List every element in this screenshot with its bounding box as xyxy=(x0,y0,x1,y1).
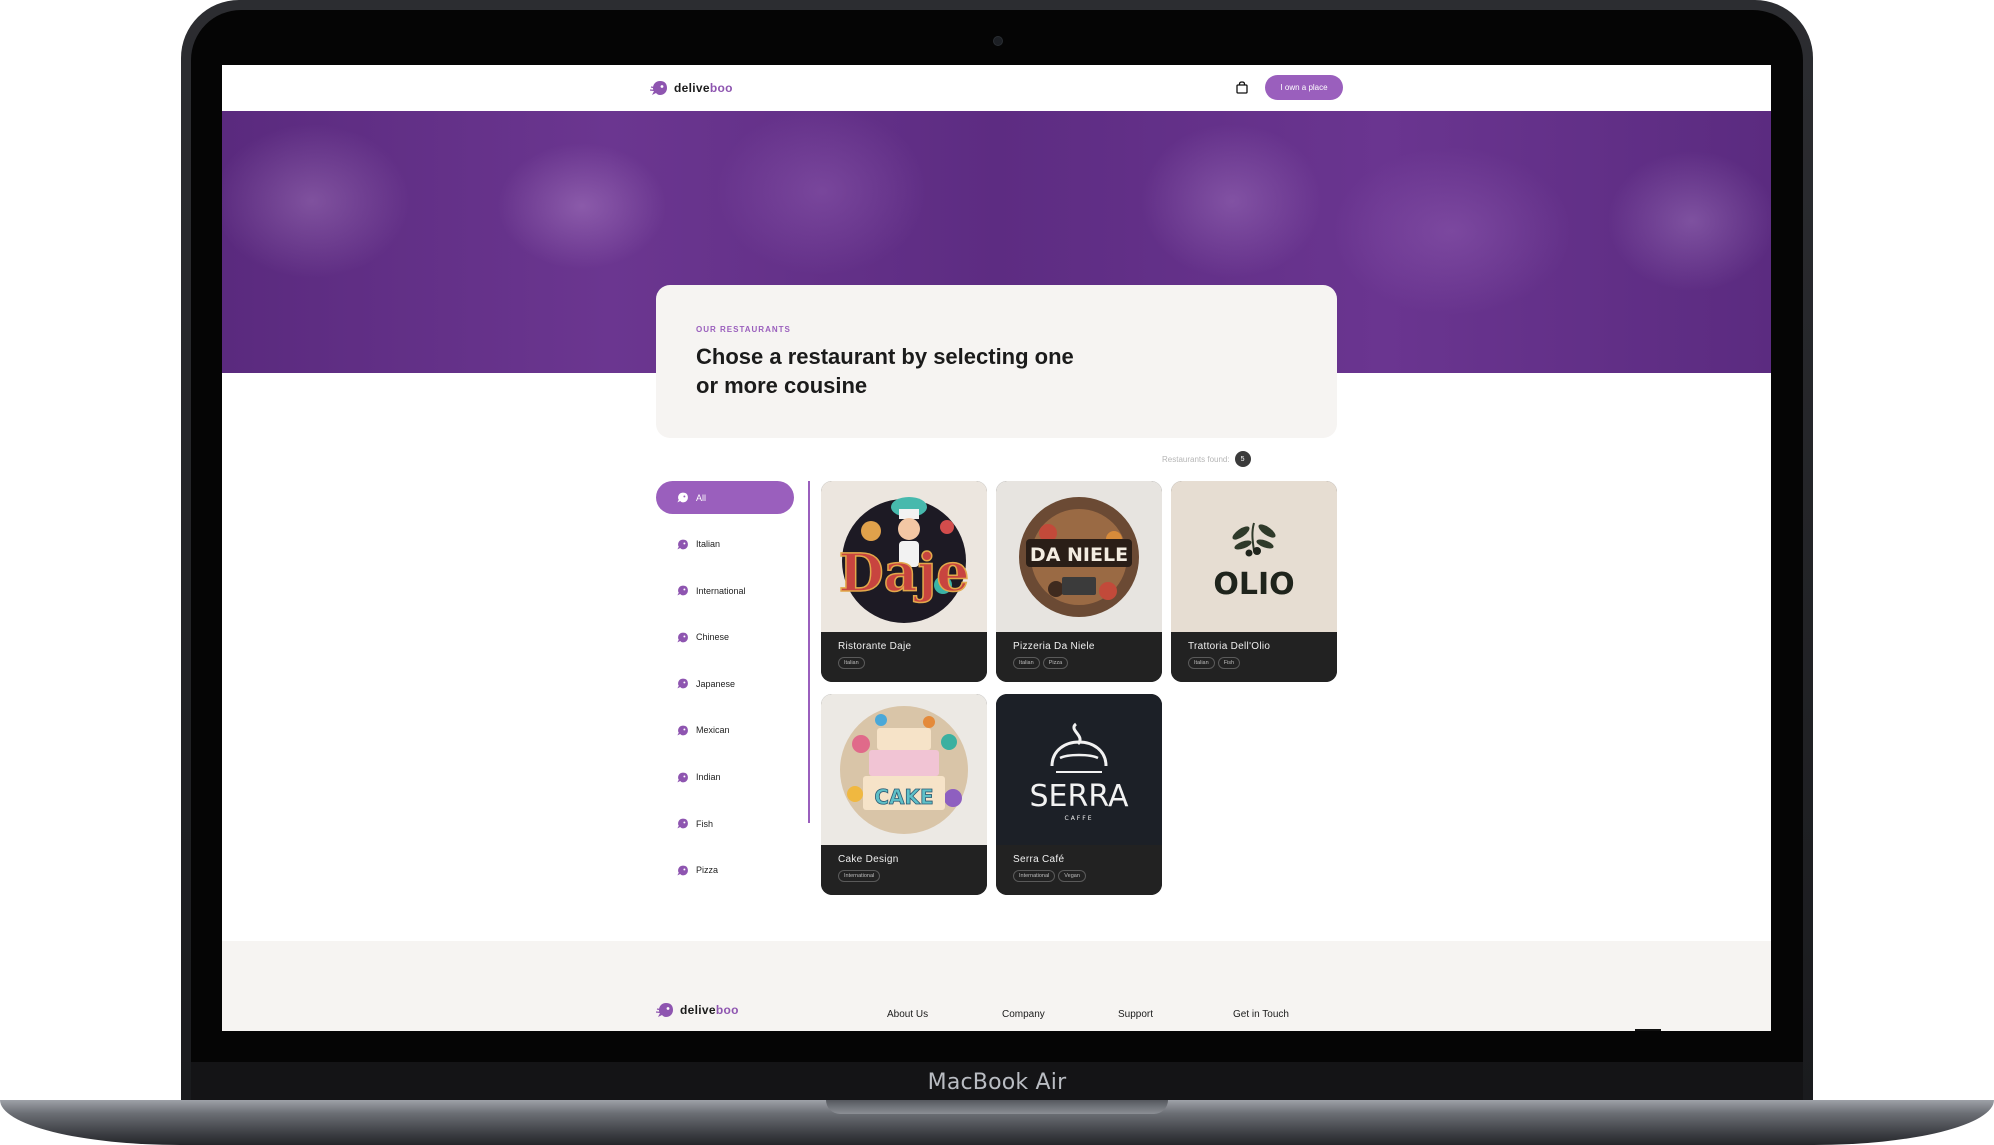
card-body: Trattoria Dell'Olio Italian Fish xyxy=(1171,632,1337,682)
logo-artwork-text: SERRA xyxy=(1030,779,1129,814)
site-logo[interactable]: deliveboo xyxy=(650,79,733,97)
cuisine-tags: International xyxy=(838,870,987,882)
restaurant-card[interactable]: CAKE Cake Design International xyxy=(821,694,987,895)
cuisine-label: Mexican xyxy=(696,725,730,736)
ghost-icon xyxy=(677,585,688,596)
ghost-icon xyxy=(656,1003,673,1017)
restaurant-card[interactable]: DA NIELE Pizzeria Da Niele Italian Pizza xyxy=(996,481,1162,682)
footer-link-about[interactable]: About Us xyxy=(887,1009,928,1020)
footer-link-support[interactable]: Support xyxy=(1118,1009,1153,1020)
footer-mark xyxy=(1635,1029,1661,1031)
cuisine-filter-italian[interactable]: Italian xyxy=(656,528,794,561)
cuisine-label: Japanese xyxy=(696,678,736,689)
card-body: Ristorante Daje Italian xyxy=(821,632,987,682)
intro-eyebrow: OUR RESTAURANTS xyxy=(696,325,791,334)
restaurant-logo-image: SERRA CAFFE xyxy=(996,694,1162,845)
cuisine-tag: Italian xyxy=(1013,657,1040,669)
cuisine-tag: Pizza xyxy=(1042,657,1069,669)
ghost-icon xyxy=(677,818,688,829)
restaurant-name: Cake Design xyxy=(838,854,899,865)
restaurant-card[interactable]: Daje Ristorante Daje Italian xyxy=(821,481,987,682)
ghost-icon xyxy=(677,492,688,503)
sidebar-divider xyxy=(808,481,810,823)
cuisine-tags: Italian xyxy=(838,657,987,669)
cuisine-label: Italian xyxy=(696,539,721,550)
logo-text: delive xyxy=(680,1003,716,1017)
cuisine-filter-pizza[interactable]: Pizza xyxy=(656,854,794,887)
footer-link-company[interactable]: Company xyxy=(1002,1009,1045,1020)
results-count: Restaurants found: 5 xyxy=(1162,451,1251,467)
cuisine-filter-mexican[interactable]: Mexican xyxy=(656,714,794,747)
ghost-icon xyxy=(677,678,688,689)
cuisine-tag: International xyxy=(1013,870,1056,882)
ghost-icon xyxy=(677,725,688,736)
restaurant-name: Pizzeria Da Niele xyxy=(1013,641,1095,652)
cuisine-label: All xyxy=(696,492,707,503)
cuisine-filter-indian[interactable]: Indian xyxy=(656,761,794,794)
cuisine-tag: International xyxy=(838,870,881,882)
cuisine-filter-international[interactable]: International xyxy=(656,574,794,607)
cuisine-tags: Italian Pizza xyxy=(1013,657,1162,669)
logo-artwork-text: Daje xyxy=(839,543,970,604)
cuisine-tag: Italian xyxy=(838,657,865,669)
ghost-icon xyxy=(650,81,667,95)
restaurant-name: Serra Café xyxy=(1013,854,1065,865)
cuisine-filter-chinese[interactable]: Chinese xyxy=(656,621,794,654)
footer-link-contact[interactable]: Get in Touch xyxy=(1233,1009,1289,1020)
laptop-chin: MacBook Air xyxy=(191,1062,1803,1102)
logo-artwork-text: DA NIELE xyxy=(1030,544,1128,566)
cuisine-tag: Vegan xyxy=(1058,870,1086,882)
ghost-icon xyxy=(677,772,688,782)
logo-text-accent: boo xyxy=(715,1003,739,1017)
ghost-icon xyxy=(677,865,688,876)
cuisine-filter-japanese[interactable]: Japanese xyxy=(656,667,794,700)
logo-text-accent: boo xyxy=(709,81,733,95)
cuisine-label: Chinese xyxy=(696,632,730,643)
cuisine-label: Indian xyxy=(696,772,721,783)
footer: deliveboo About Us Company Support Get i… xyxy=(222,941,1771,1031)
restaurant-logo-image: Daje xyxy=(821,481,987,632)
intro-card: OUR RESTAURANTS Chose a restaurant by se… xyxy=(656,285,1337,438)
cuisine-label: Fish xyxy=(696,818,714,829)
ghost-icon xyxy=(677,632,688,643)
restaurant-card[interactable]: OLIO Trattoria Dell'Olio Italian Fish xyxy=(1171,481,1337,682)
restaurant-logo-image: OLIO xyxy=(1171,481,1337,632)
device-label: MacBook Air xyxy=(927,1069,1067,1095)
results-badge: 5 xyxy=(1234,451,1251,467)
restaurant-logo-image: DA NIELE xyxy=(996,481,1162,632)
restaurant-logo-image: CAKE xyxy=(821,694,987,845)
card-body: Cake Design International xyxy=(821,845,987,895)
logo-artwork-subtext: CAFFE xyxy=(1065,815,1094,822)
logo-text: delive xyxy=(674,81,710,95)
card-body: Serra Café International Vegan xyxy=(996,845,1162,895)
cuisine-label: Pizza xyxy=(696,865,719,876)
shopping-bag-icon[interactable] xyxy=(1236,81,1248,94)
browser-screen: deliveboo I own a place OUR RESTAURANTS … xyxy=(222,65,1771,1031)
logo-artwork-text: CAKE xyxy=(874,785,933,809)
ghost-icon xyxy=(677,539,688,549)
card-body: Pizzeria Da Niele Italian Pizza xyxy=(996,632,1162,682)
footer-logo[interactable]: deliveboo xyxy=(656,1001,739,1019)
cuisine-tag: Italian xyxy=(1188,657,1215,669)
cuisine-tags: Italian Fish xyxy=(1188,657,1337,669)
page-title: Chose a restaurant by selecting one or m… xyxy=(696,344,1074,398)
results-label: Restaurants found: xyxy=(1162,454,1230,464)
restaurant-card[interactable]: SERRA CAFFE Serra Café International Veg… xyxy=(996,694,1162,895)
laptop-hinge xyxy=(826,1100,1168,1114)
camera-icon xyxy=(993,36,1003,46)
restaurant-name: Ristorante Daje xyxy=(838,641,912,652)
owner-button[interactable]: I own a place xyxy=(1265,75,1343,100)
cuisine-filter-all[interactable]: All xyxy=(656,481,794,514)
cuisine-tags: International Vegan xyxy=(1013,870,1162,882)
logo-artwork-text: OLIO xyxy=(1213,567,1294,602)
cuisine-filter-list: All Italian International Chinese Japane… xyxy=(656,481,794,900)
cuisine-tag: Fish xyxy=(1217,657,1241,669)
cuisine-label: International xyxy=(696,585,746,596)
cuisine-filter-fish[interactable]: Fish xyxy=(656,807,794,840)
restaurant-name: Trattoria Dell'Olio xyxy=(1188,641,1271,652)
navbar: deliveboo I own a place xyxy=(222,65,1771,111)
